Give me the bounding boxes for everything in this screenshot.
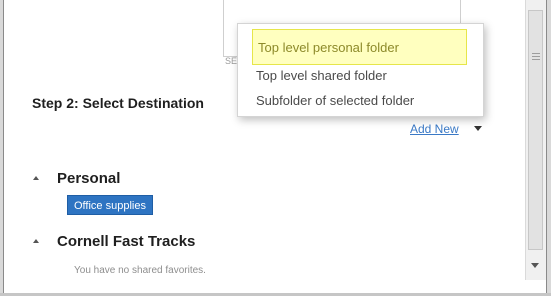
shared-section-title: Cornell Fast Tracks — [57, 233, 196, 250]
vertical-scrollbar[interactable] — [525, 0, 546, 280]
step-2-title: Step 2: Select Destination — [32, 95, 204, 111]
personal-section-title: Personal — [57, 170, 121, 187]
folder-tag-office-supplies[interactable]: Office supplies — [67, 195, 153, 215]
scrollbar-thumb[interactable] — [528, 10, 543, 250]
scroll-down-arrow-icon[interactable] — [531, 263, 539, 268]
menu-item-subfolder-of-selected-folder[interactable]: Subfolder of selected folder — [256, 93, 414, 108]
menu-item-top-level-shared-folder[interactable]: Top level shared folder — [256, 68, 387, 83]
shared-empty-message: You have no shared favorites. — [74, 265, 206, 276]
collapse-personal-icon[interactable] — [33, 176, 39, 180]
menu-item-top-level-personal-folder[interactable]: Top level personal folder — [252, 29, 467, 65]
add-new-dropdown-menu: Top level personal folder Top level shar… — [237, 23, 484, 117]
add-new-link[interactable]: Add New — [410, 122, 459, 136]
collapse-shared-icon[interactable] — [33, 239, 39, 243]
scrollbar-grip-icon — [532, 53, 540, 54]
source-list-tail-text: SE — [225, 56, 238, 66]
add-new-caret-icon[interactable] — [474, 126, 482, 131]
